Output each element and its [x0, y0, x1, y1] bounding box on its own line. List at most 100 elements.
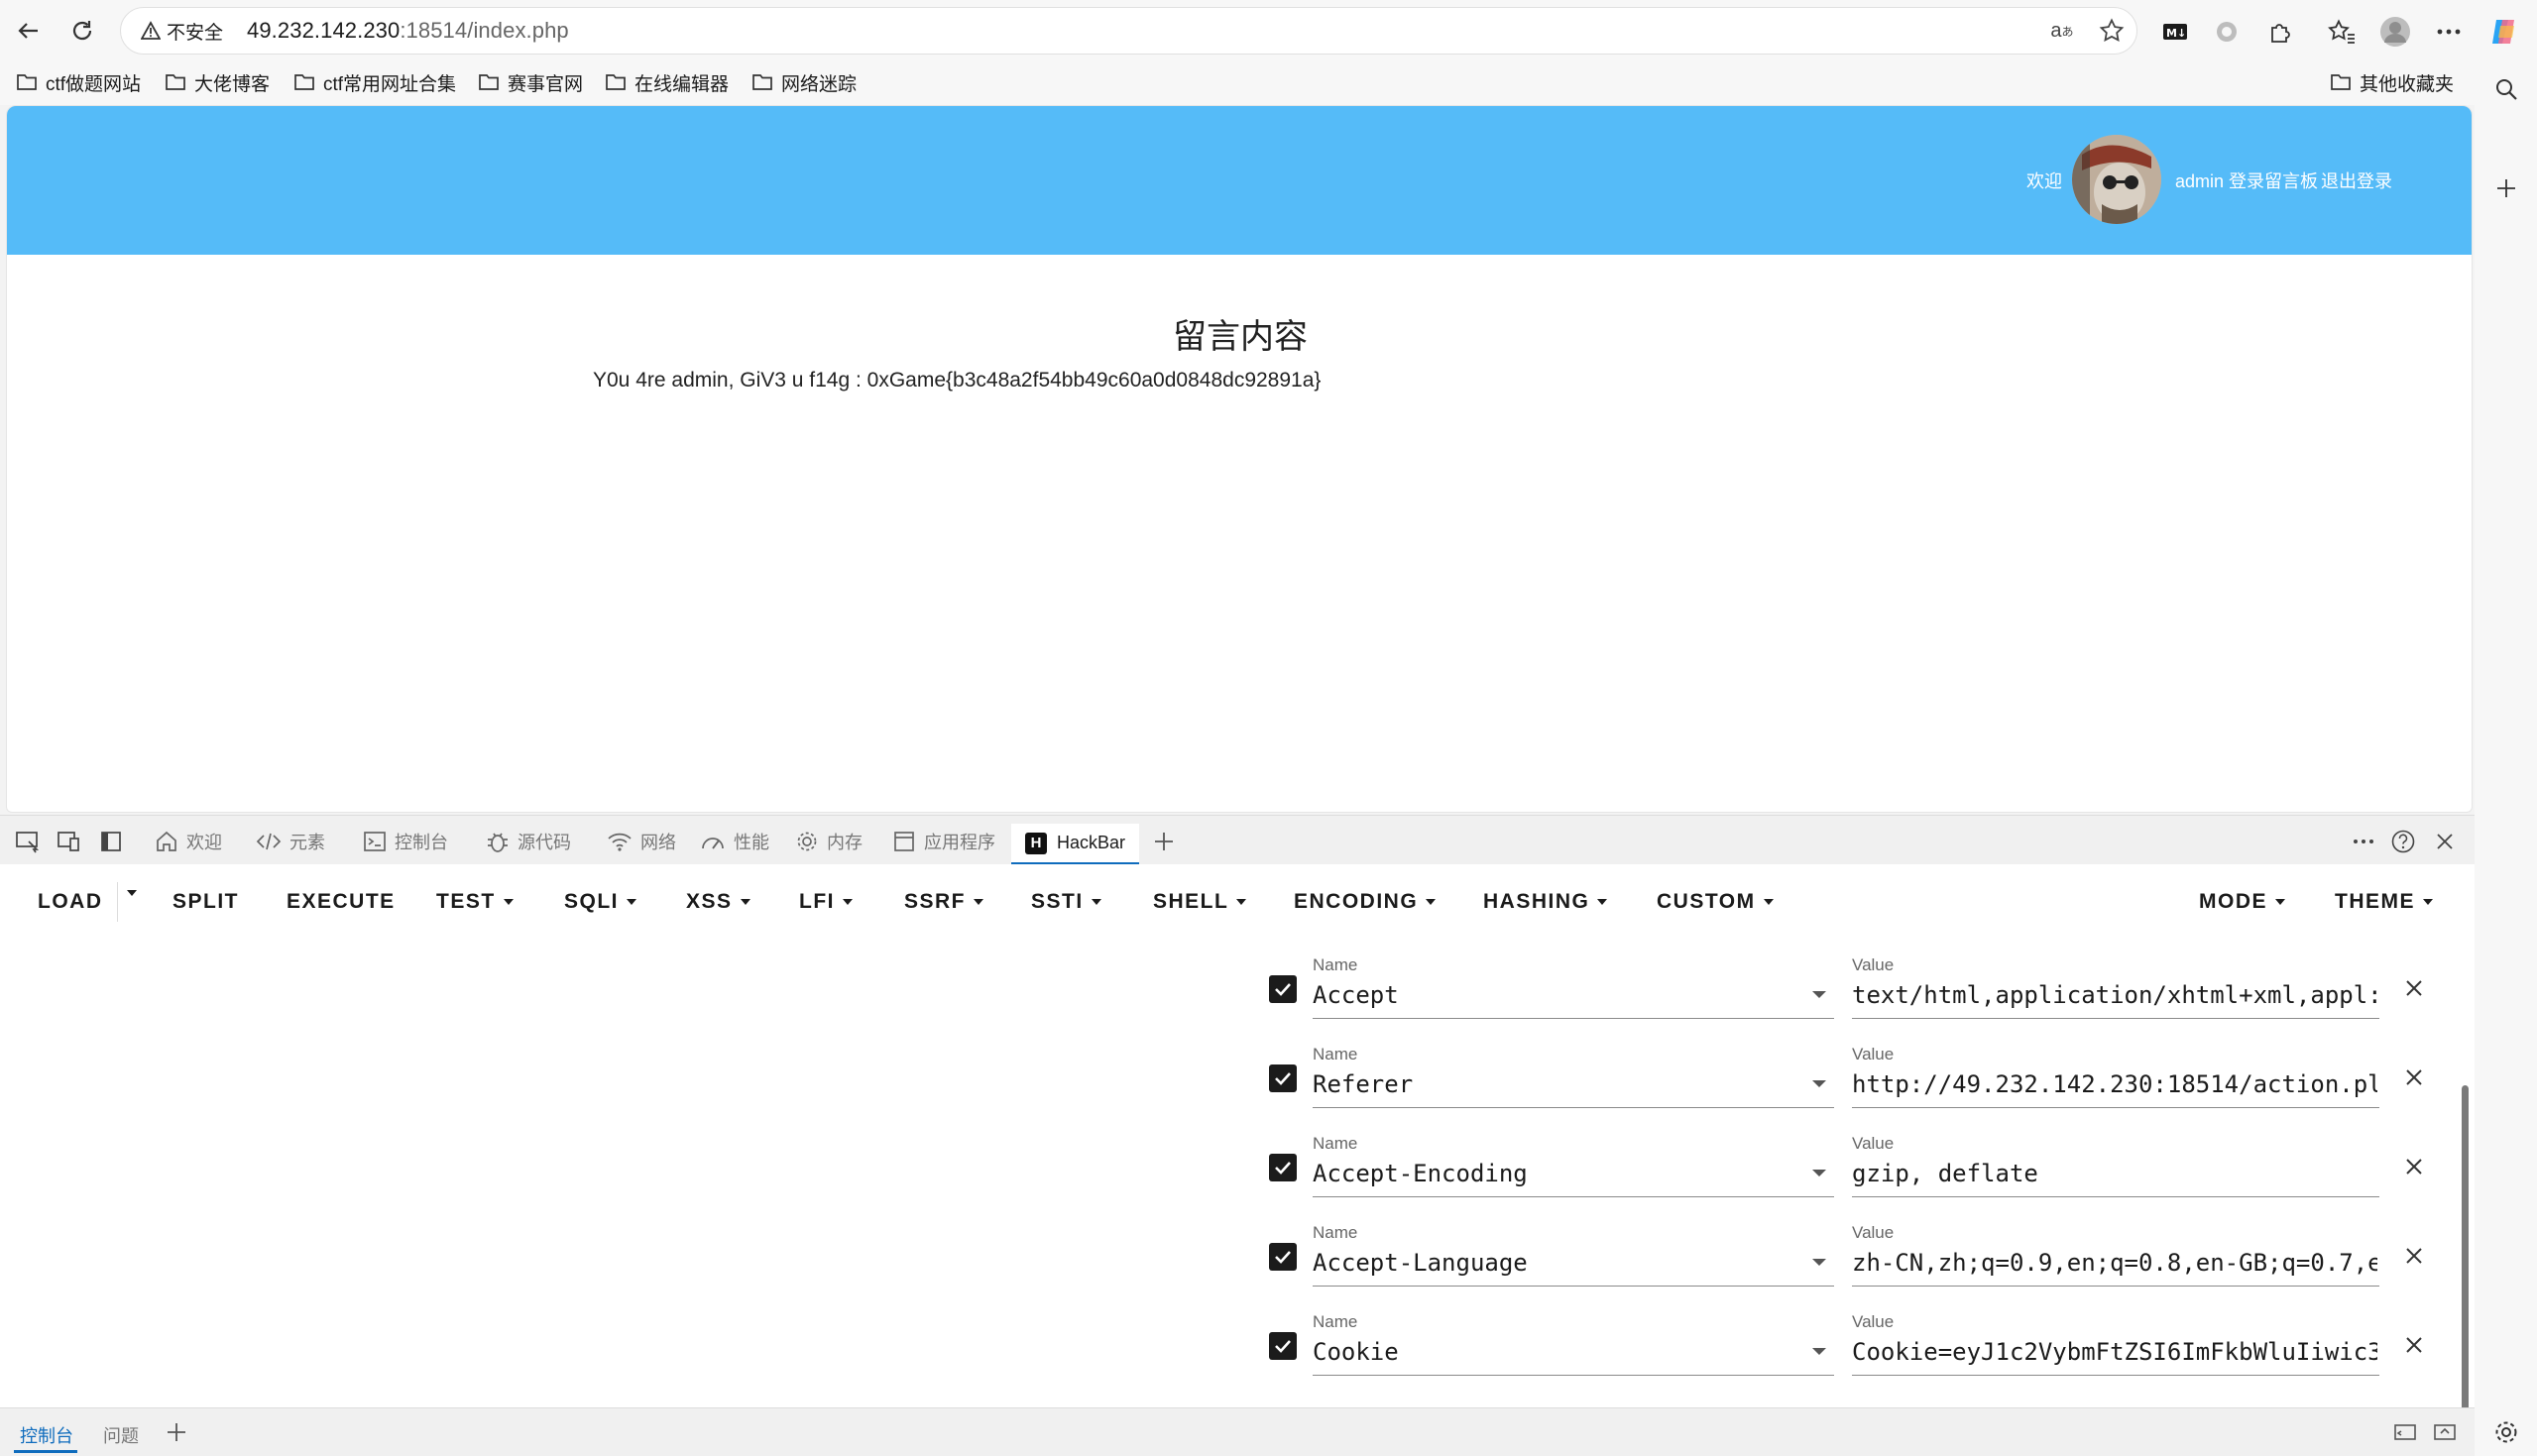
copilot-icon[interactable]: [2486, 14, 2522, 50]
inspect-element-icon[interactable]: [14, 828, 42, 855]
dropdown-caret-icon[interactable]: [1812, 991, 1826, 998]
add-icon[interactable]: [2488, 170, 2524, 206]
shell-menu[interactable]: SHELL: [1153, 890, 1247, 914]
extensions-puzzle-icon[interactable]: [2262, 14, 2298, 50]
dropdown-caret-icon[interactable]: [1812, 1348, 1826, 1355]
hashing-menu[interactable]: HASHING: [1483, 890, 1608, 914]
lfi-menu[interactable]: LFI: [799, 890, 853, 914]
load-button[interactable]: LOAD: [38, 890, 103, 914]
header-name-input[interactable]: Accept: [1313, 981, 1808, 1009]
devtools-more-icon[interactable]: [2350, 828, 2377, 855]
bookmark-folder[interactable]: ctf常用网址合集: [293, 67, 456, 97]
test-menu[interactable]: TEST: [436, 890, 514, 914]
tab-label: 元素: [289, 833, 325, 852]
tab-application[interactable]: 应用程序: [892, 824, 995, 859]
bookmark-folder[interactable]: ctf做题网站: [16, 67, 141, 97]
remove-header-icon[interactable]: [2399, 973, 2429, 1003]
hackbar-scrollbar[interactable]: [2462, 1085, 2469, 1412]
execute-button[interactable]: EXECUTE: [287, 890, 396, 914]
dropdown-caret-icon[interactable]: [1812, 1080, 1826, 1087]
welcome-text: 欢迎: [2026, 171, 2062, 191]
tab-label: 应用程序: [924, 833, 995, 852]
header-enabled-checkbox[interactable]: [1269, 1332, 1297, 1360]
bookmark-folder[interactable]: 大佬博客: [165, 67, 270, 97]
drawer-tab-issues[interactable]: 问题: [103, 1422, 139, 1448]
drawer-add-icon[interactable]: [163, 1418, 190, 1446]
device-emulation-icon[interactable]: [56, 828, 83, 855]
settings-gear-icon[interactable]: [2488, 1414, 2524, 1450]
xss-menu[interactable]: XSS: [686, 890, 750, 914]
theme-menu[interactable]: THEME: [2335, 890, 2433, 914]
header-enabled-checkbox[interactable]: [1269, 1243, 1297, 1271]
drawer-tab-console[interactable]: 控制台: [20, 1422, 73, 1448]
drawer-dock-icon[interactable]: [2391, 1418, 2419, 1446]
logout-link[interactable]: 退出登录: [2321, 168, 2392, 193]
tab-elements[interactable]: 元素: [256, 824, 325, 859]
favorites-icon[interactable]: [2324, 14, 2360, 50]
header-value-input[interactable]: gzip, deflate: [1852, 1160, 2377, 1187]
header-enabled-checkbox[interactable]: [1269, 1154, 1297, 1181]
bookmark-folder[interactable]: 在线编辑器: [605, 67, 729, 97]
dropdown-caret-icon[interactable]: [1812, 1170, 1826, 1176]
header-name-input[interactable]: Referer: [1313, 1070, 1808, 1098]
header-enabled-checkbox[interactable]: [1269, 1064, 1297, 1092]
header-name-input[interactable]: Accept-Encoding: [1313, 1160, 1808, 1187]
sqli-menu[interactable]: SQLI: [564, 890, 637, 914]
close-devtools-icon[interactable]: [2431, 828, 2459, 855]
markdown-extension-icon[interactable]: M↓: [2157, 14, 2193, 50]
header-name-input[interactable]: Accept-Language: [1313, 1249, 1808, 1277]
encoding-menu[interactable]: ENCODING: [1294, 890, 1437, 914]
load-dropdown-button[interactable]: [127, 890, 137, 896]
header-enabled-checkbox[interactable]: [1269, 975, 1297, 1003]
header-value-input[interactable]: Cookie=eyJ1c2VybmFtZSI6ImFkbWluIiwic3: [1852, 1338, 2377, 1366]
folder-icon: [166, 74, 185, 90]
header-value-input[interactable]: text/html,application/xhtml+xml,appl:: [1852, 981, 2377, 1009]
tab-hackbar[interactable]: H HackBar: [1011, 824, 1140, 865]
dropdown-caret-icon[interactable]: [1812, 1259, 1826, 1266]
url-text[interactable]: 49.232.142.230:18514/index.php: [247, 18, 569, 44]
tab-memory[interactable]: 内存: [795, 824, 863, 859]
back-arrow-icon: [18, 23, 38, 39]
chevron-down-icon: [1236, 899, 1247, 905]
help-icon[interactable]: [2389, 828, 2417, 855]
tab-performance[interactable]: 性能: [700, 824, 769, 859]
read-aloud-icon[interactable]: aあ: [2047, 16, 2077, 46]
remove-header-icon[interactable]: [2399, 1152, 2429, 1181]
profile-avatar-icon[interactable]: [2377, 14, 2413, 50]
remove-header-icon[interactable]: [2399, 1241, 2429, 1271]
remove-header-icon[interactable]: [2399, 1330, 2429, 1360]
check-icon: [1275, 983, 1291, 996]
tab-welcome[interactable]: 欢迎: [155, 824, 222, 859]
dock-panel-icon[interactable]: [97, 828, 125, 855]
bookmark-folder[interactable]: 赛事官网: [478, 67, 583, 97]
add-tab-icon[interactable]: [1150, 828, 1178, 855]
bookmark-folder[interactable]: 网络迷踪: [751, 67, 857, 97]
reload-button[interactable]: [63, 12, 101, 50]
custom-menu[interactable]: CUSTOM: [1657, 890, 1774, 914]
bug-icon: [488, 833, 508, 852]
tab-network[interactable]: 网络: [607, 824, 676, 859]
ssti-menu[interactable]: SSTI: [1031, 890, 1101, 914]
remove-header-icon[interactable]: [2399, 1063, 2429, 1092]
header-value-input[interactable]: http://49.232.142.230:18514/action.pl: [1852, 1070, 2377, 1098]
bookmark-label: 其他收藏夹: [2360, 73, 2455, 95]
header-value-input[interactable]: zh-CN,zh;q=0.9,en;q=0.8,en-GB;q=0.7,e: [1852, 1249, 2377, 1277]
user-link[interactable]: admin 登录留言板: [2175, 168, 2318, 193]
user-avatar[interactable]: [2072, 135, 2161, 224]
ssrf-menu[interactable]: SSRF: [904, 890, 984, 914]
more-options-icon[interactable]: [2431, 14, 2467, 50]
tab-console[interactable]: 控制台: [363, 824, 448, 859]
header-name-input[interactable]: Cookie: [1313, 1338, 1808, 1366]
other-bookmarks-folder[interactable]: 其他收藏夹: [2330, 67, 2454, 97]
mode-menu[interactable]: MODE: [2199, 890, 2285, 914]
security-indicator[interactable]: 不安全: [135, 15, 233, 47]
drawer-collapse-icon[interactable]: [2431, 1418, 2459, 1446]
tab-sources[interactable]: 源代码: [486, 824, 571, 859]
split-button[interactable]: SPLIT: [173, 890, 239, 914]
back-button[interactable]: [10, 12, 48, 50]
favorite-star-icon[interactable]: [2097, 16, 2127, 46]
search-icon[interactable]: [2488, 71, 2524, 107]
load-label: LOAD: [38, 890, 103, 913]
address-bar[interactable]: 不安全 49.232.142.230:18514/index.php aあ: [120, 7, 2137, 55]
extension-circle-icon[interactable]: [2209, 14, 2245, 50]
